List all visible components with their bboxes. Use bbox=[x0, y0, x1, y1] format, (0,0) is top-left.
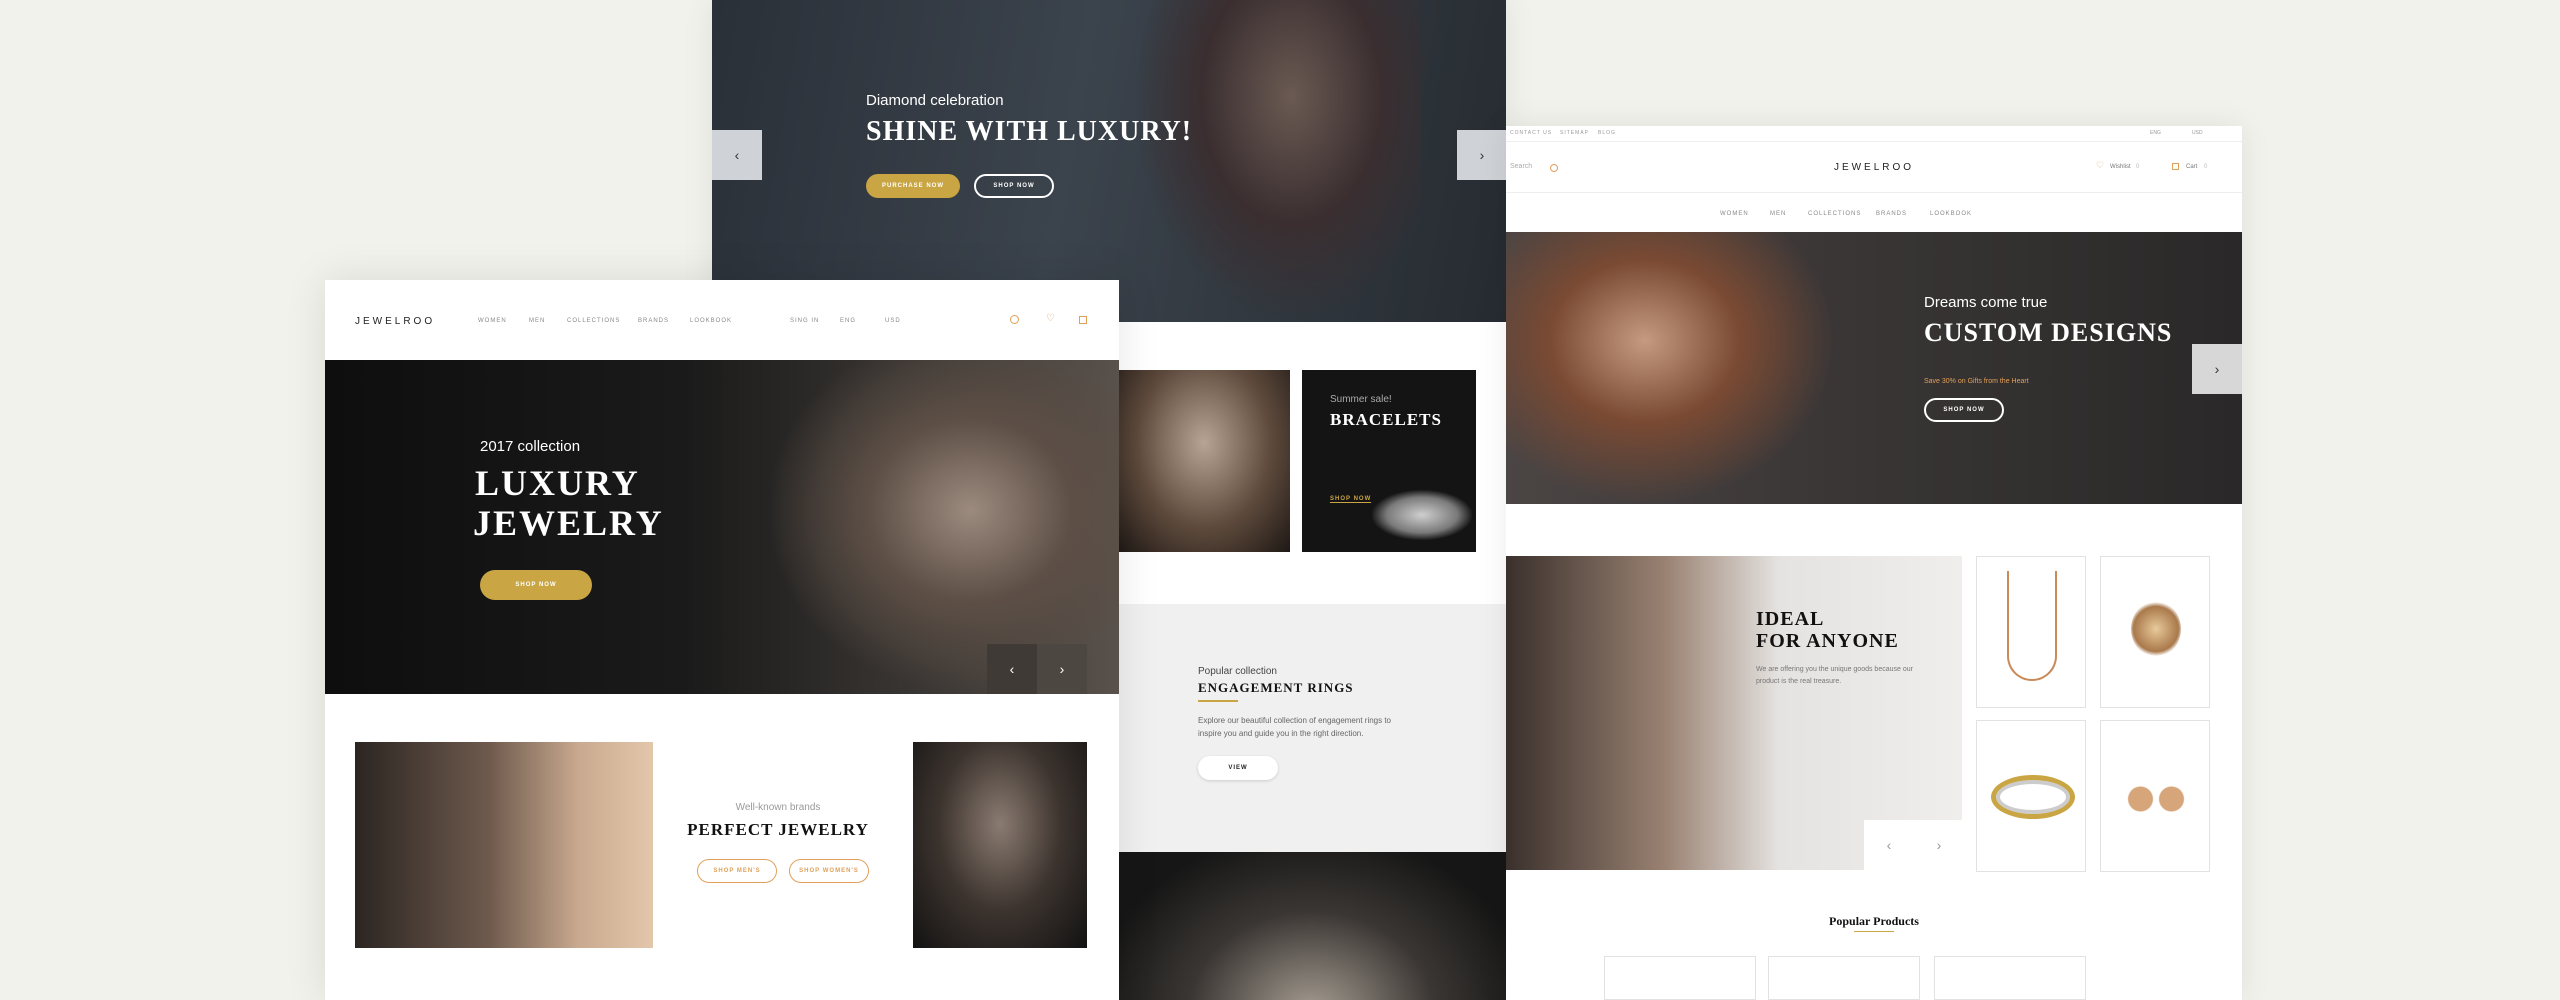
tattoo-man-image bbox=[913, 742, 1087, 948]
popular-kicker: Popular collection bbox=[1198, 666, 1277, 677]
left-hero-kicker: 2017 collection bbox=[480, 438, 581, 455]
topbar-lang-select[interactable]: ENG bbox=[2150, 130, 2161, 136]
left-search-icon[interactable] bbox=[1010, 315, 1019, 324]
ideal-title-line1: IDEAL bbox=[1756, 608, 1825, 630]
bracelet-product-image bbox=[1372, 490, 1472, 540]
right-nav-women[interactable]: WOMEN bbox=[1720, 211, 1749, 217]
left-heart-icon[interactable]: ♡ bbox=[1046, 313, 1055, 324]
left-nav-collections[interactable]: COLLECTIONS bbox=[567, 318, 620, 324]
left-bag-icon[interactable] bbox=[1079, 316, 1087, 324]
purchase-now-button[interactable]: PURCHASE NOW bbox=[866, 174, 960, 198]
right-nav-brands[interactable]: BRANDS bbox=[1876, 211, 1907, 217]
left-hero-title-line1: LUXURY bbox=[475, 463, 640, 503]
right-hero-kicker: Dreams come true bbox=[1924, 294, 2048, 311]
left-currency-select[interactable]: USD bbox=[885, 318, 901, 324]
necklace-back-image bbox=[1118, 370, 1290, 552]
right-hero: Dreams come true CUSTOM DESIGNS Save 30%… bbox=[1506, 232, 2242, 504]
crown-bracelet-image bbox=[1118, 852, 1506, 1000]
right-logo[interactable]: JEWELROO bbox=[1506, 162, 2242, 173]
ideal-prev-arrow[interactable]: ‹ bbox=[1864, 820, 1914, 870]
cart-count: 0 bbox=[2204, 164, 2208, 170]
shop-mens-button[interactable]: SHOP MEN'S bbox=[697, 859, 777, 883]
right-hero-model-image bbox=[1506, 232, 1836, 504]
ideal-title-line2: FOR ANYONE bbox=[1756, 630, 1899, 652]
cart-icon[interactable] bbox=[2172, 163, 2179, 170]
necklace-product-image bbox=[2007, 571, 2057, 681]
left-nav-lookbook[interactable]: LOOKBOOK bbox=[690, 318, 732, 324]
top-hero: Diamond celebration SHINE WITH LUXURY! P… bbox=[712, 0, 1507, 322]
topbar-contact-link[interactable]: CONTACT US bbox=[1510, 130, 1552, 136]
brands-kicker: Well-known brands bbox=[735, 802, 821, 813]
product-card-necklace[interactable] bbox=[1976, 556, 2086, 708]
popular-product-card-1[interactable] bbox=[1604, 956, 1756, 1000]
product-card-triple-ring[interactable] bbox=[1976, 720, 2086, 872]
popular-product-card-3[interactable] bbox=[1934, 956, 2086, 1000]
popular-collection-section: Popular collection ENGAGEMENT RINGS Expl… bbox=[1118, 604, 1506, 852]
right-header-divider bbox=[1506, 192, 2242, 193]
right-nav-collections[interactable]: COLLECTIONS bbox=[1808, 211, 1861, 217]
popular-products-underline bbox=[1854, 931, 1894, 932]
ideal-banner: IDEAL FOR ANYONE We are offering you the… bbox=[1506, 556, 1964, 870]
popular-title: ENGAGEMENT RINGS bbox=[1198, 680, 1354, 695]
top-hero-kicker: Diamond celebration bbox=[866, 92, 1004, 109]
earrings-product-image bbox=[2125, 771, 2187, 827]
brands-title: PERFECT JEWELRY bbox=[687, 820, 869, 839]
left-lang-select[interactable]: ENG bbox=[840, 318, 856, 324]
right-hero-subtitle: Save 30% on Gifts from the Heart bbox=[1924, 378, 2029, 385]
right-mockup: CONTACT US SITEMAP BLOG ENG USD Search J… bbox=[1506, 126, 2242, 1000]
bracelets-shop-link[interactable]: SHOP NOW bbox=[1330, 496, 1372, 503]
wishlist-heart-icon[interactable]: ♡ bbox=[2096, 160, 2104, 171]
wishlist-count: 0 bbox=[2136, 164, 2140, 170]
right-nav-lookbook[interactable]: LOOKBOOK bbox=[1930, 211, 1972, 217]
popular-product-card-2[interactable] bbox=[1768, 956, 1920, 1000]
top-hero-model-image bbox=[1132, 0, 1422, 322]
wishlist-link[interactable]: Wishlist bbox=[2110, 164, 2131, 170]
bracelets-title: BRACELETS bbox=[1330, 410, 1442, 429]
right-hero-title: CUSTOM DESIGNS bbox=[1924, 318, 2173, 347]
topbar-blog-link[interactable]: BLOG bbox=[1598, 130, 1616, 136]
right-topbar: CONTACT US SITEMAP BLOG ENG USD bbox=[1506, 126, 2242, 142]
popular-underline bbox=[1198, 700, 1238, 702]
top-prev-arrow[interactable]: ‹ bbox=[712, 130, 762, 180]
left-hero: 2017 collection LUXURY JEWELRY SHOP NOW … bbox=[325, 360, 1119, 694]
bracelets-banner[interactable]: Summer sale! BRACELETS SHOP NOW bbox=[1302, 370, 1476, 552]
cart-link[interactable]: Cart bbox=[2186, 164, 2197, 170]
left-sign-in-link[interactable]: SING IN bbox=[790, 318, 819, 324]
top-next-arrow[interactable]: › bbox=[1457, 130, 1507, 180]
shop-womens-button[interactable]: SHOP WOMEN'S bbox=[789, 859, 869, 883]
top-hero-title: SHINE WITH LUXURY! bbox=[866, 116, 1193, 147]
ideal-text: We are offering you the unique goods bec… bbox=[1756, 666, 1913, 685]
right-hero-next-arrow[interactable]: › bbox=[2192, 344, 2242, 394]
left-logo[interactable]: JEWELROO bbox=[355, 316, 435, 327]
left-nav-men[interactable]: MEN bbox=[529, 318, 545, 324]
right-nav-men[interactable]: MEN bbox=[1770, 211, 1786, 217]
popular-products-heading: Popular Products bbox=[1829, 914, 1919, 928]
view-button[interactable]: VIEW bbox=[1198, 756, 1278, 780]
topbar-currency-select[interactable]: USD bbox=[2192, 130, 2203, 136]
left-nav-brands[interactable]: BRANDS bbox=[638, 318, 669, 324]
product-card-earrings[interactable] bbox=[2100, 720, 2210, 872]
left-mockup: JEWELROO WOMEN MEN COLLECTIONS BRANDS LO… bbox=[325, 280, 1119, 1000]
popular-text: Explore our beautiful collection of enga… bbox=[1198, 716, 1392, 738]
product-card-ring[interactable] bbox=[2100, 556, 2210, 708]
top-shop-now-button[interactable]: SHOP NOW bbox=[974, 174, 1054, 198]
ring-product-image bbox=[2131, 601, 2181, 657]
left-nav-women[interactable]: WOMEN bbox=[478, 318, 507, 324]
topbar-sitemap-link[interactable]: SITEMAP bbox=[1560, 130, 1589, 136]
left-hero-prev-arrow[interactable]: ‹ bbox=[987, 644, 1037, 694]
triple-ring-product-image bbox=[1991, 775, 2075, 819]
left-hero-title-line2: JEWELRY bbox=[473, 503, 664, 543]
left-hero-shop-now-button[interactable]: SHOP NOW bbox=[480, 570, 592, 600]
right-hero-shop-now-button[interactable]: SHOP NOW bbox=[1924, 398, 2004, 422]
earring-model-image bbox=[355, 742, 653, 948]
bracelets-kicker: Summer sale! bbox=[1330, 394, 1392, 405]
ideal-next-arrow[interactable]: › bbox=[1914, 820, 1964, 870]
left-hero-next-arrow[interactable]: › bbox=[1037, 644, 1087, 694]
middle-mockup: Summer sale! BRACELETS SHOP NOW Popular … bbox=[1118, 322, 1506, 1000]
